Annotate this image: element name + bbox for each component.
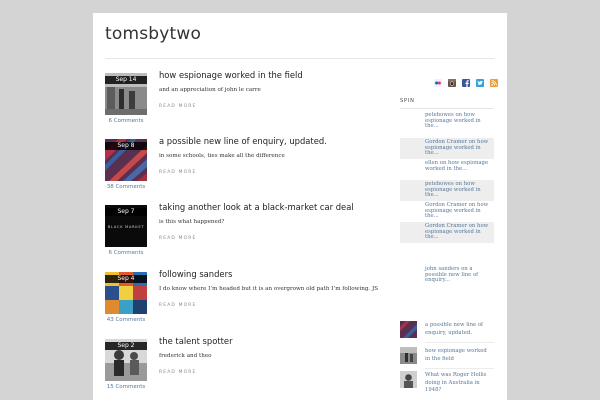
recent-post-item[interactable]: how espionage worked in the field — [400, 347, 494, 369]
date-badge: Sep 14 — [105, 76, 147, 84]
date-badge: Sep 7 — [105, 208, 147, 216]
post-excerpt: frederick and theo — [159, 353, 212, 359]
post-excerpt: is this what happened? — [159, 219, 225, 225]
read-more-link[interactable]: READ MORE — [159, 370, 196, 375]
recent-comment-item[interactable]: ellen on how espionage worked in the... — [400, 159, 494, 180]
comments-link[interactable]: 43 Comments — [103, 317, 149, 323]
date-badge: Sep 4 — [105, 275, 147, 283]
recent-post-title[interactable]: What was Roger Hollis doing in Australia… — [425, 372, 493, 395]
post-title[interactable]: how espionage worked in the field — [159, 70, 303, 80]
flickr-icon[interactable] — [434, 72, 442, 87]
recent-comment-text[interactable]: ellen on how espionage worked in the... — [425, 160, 493, 172]
sidebar-section-label: SPIN — [400, 98, 415, 104]
post-thumbnail[interactable]: Sep 4 — [105, 272, 147, 314]
comments-link[interactable]: 6 Comments — [103, 250, 149, 256]
recent-comment-item[interactable]: petebowes on how espionage worked in the… — [400, 111, 494, 132]
post-thumbnail[interactable]: BLACK MARKET Sep 7 — [105, 205, 147, 247]
recent-comment-text[interactable]: Gordon Cramer on how espionage worked in… — [425, 223, 493, 241]
recent-comment-text[interactable]: Gordon Cramer on how espionage worked in… — [425, 139, 493, 157]
recent-post-thumbnail[interactable] — [400, 347, 417, 364]
recent-post-thumbnail[interactable] — [400, 321, 417, 338]
post-excerpt: I do know where I’m headed but it is an … — [159, 286, 379, 292]
comments-link[interactable]: 38 Comments — [103, 184, 149, 190]
post-item: Sep 14 6 Comments how espionage worked i… — [103, 70, 393, 135]
post-title[interactable]: a possible new line of enquiry, updated. — [159, 136, 327, 146]
post-item: BLACK MARKET Sep 7 6 Comments taking ano… — [103, 202, 393, 267]
recent-post-title[interactable]: a possible new line of enquiry, updated. — [425, 322, 493, 337]
recent-comment-text[interactable]: john sanders on a possible new line of e… — [425, 266, 493, 284]
post-item: Sep 8 38 Comments a possible new line of… — [103, 136, 393, 201]
recent-post-divider — [425, 368, 494, 369]
post-thumbnail[interactable]: Sep 14 — [105, 73, 147, 115]
post-title[interactable]: following sanders — [159, 269, 232, 279]
header-divider — [105, 58, 495, 59]
recent-post-thumbnail[interactable] — [400, 371, 417, 388]
read-more-link[interactable]: READ MORE — [159, 303, 196, 308]
post-thumbnail[interactable]: Sep 8 — [105, 139, 147, 181]
post-title[interactable]: taking another look at a black-market ca… — [159, 202, 354, 212]
read-more-link[interactable]: READ MORE — [159, 104, 196, 109]
recent-post-item[interactable]: What was Roger Hollis doing in Australia… — [400, 371, 494, 393]
instagram-icon[interactable] — [448, 72, 456, 87]
recent-comment-item[interactable]: Gordon Cramer on how espionage worked in… — [400, 222, 494, 243]
read-more-link[interactable]: READ MORE — [159, 170, 196, 175]
site-title[interactable]: tomsbytwo — [105, 24, 201, 44]
recent-comment-item[interactable]: petebowes on how espionage worked in the… — [400, 180, 494, 201]
post-excerpt: and an appreciation of john le carre — [159, 87, 261, 93]
date-badge: Sep 8 — [105, 142, 147, 150]
page: tomsbytwo Sep 14 6 Comments how espionag… — [93, 13, 507, 400]
rss-icon[interactable] — [490, 72, 498, 87]
post-title[interactable]: the talent spotter — [159, 336, 233, 346]
recent-comment-item[interactable]: Gordon Cramer on how espionage worked in… — [400, 201, 494, 222]
facebook-icon[interactable] — [462, 72, 470, 87]
recent-comment-text[interactable]: petebowes on how espionage worked in the… — [425, 181, 493, 199]
recent-comment-item[interactable]: Gordon Cramer on how espionage worked in… — [400, 138, 494, 159]
post-item: Sep 4 43 Comments following sanders I do… — [103, 269, 393, 334]
comments-link[interactable]: 15 Comments — [103, 384, 149, 390]
post-thumbnail[interactable]: Sep 2 — [105, 339, 147, 381]
recent-post-item[interactable]: a possible new line of enquiry, updated. — [400, 321, 494, 343]
thumbnail-text: BLACK MARKET — [108, 224, 145, 229]
post-excerpt: in some schools, ties make all the diffe… — [159, 153, 285, 159]
comments-link[interactable]: 6 Comments — [103, 118, 149, 124]
recent-comment-text[interactable]: petebowes on how espionage worked in the… — [425, 112, 493, 130]
recent-post-title[interactable]: how espionage worked in the field — [425, 348, 493, 363]
recent-post-divider — [425, 342, 494, 343]
sidebar-divider — [400, 108, 494, 109]
date-badge: Sep 2 — [105, 342, 147, 350]
recent-comment-item[interactable]: john sanders on a possible new line of e… — [400, 265, 494, 286]
post-item: Sep 2 15 Comments the talent spotter fre… — [103, 336, 393, 400]
twitter-icon[interactable] — [476, 72, 484, 87]
read-more-link[interactable]: READ MORE — [159, 236, 196, 241]
recent-comment-text[interactable]: Gordon Cramer on how espionage worked in… — [425, 202, 493, 220]
